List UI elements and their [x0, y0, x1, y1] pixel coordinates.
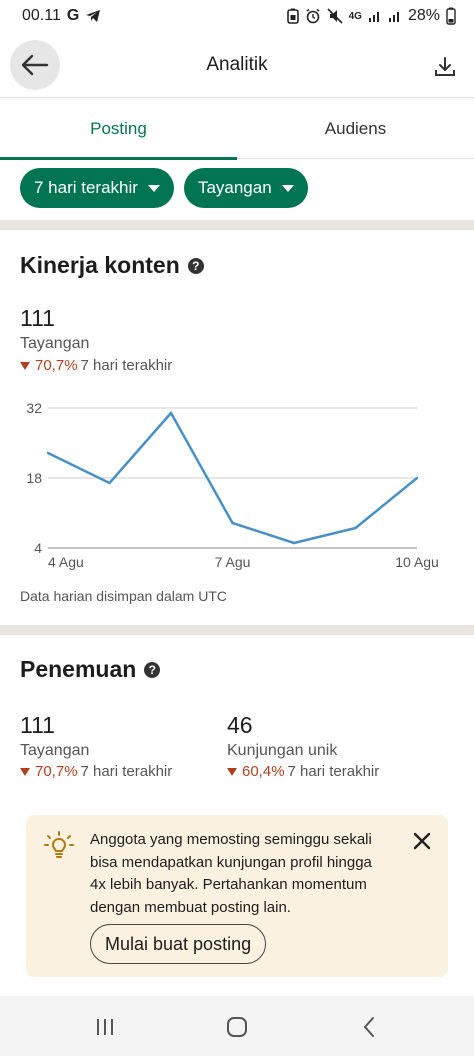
download-button[interactable] — [430, 52, 460, 82]
app-header: Analitik — [0, 34, 474, 98]
discovery-heading: Penemuan — [20, 656, 137, 682]
status-left: 00.11 G — [22, 7, 101, 25]
change-percent: 70,7% — [35, 763, 78, 780]
start-posting-button[interactable]: Mulai buat posting — [90, 924, 267, 964]
content-performance-heading: Kinerja konten — [20, 252, 180, 278]
metric-filter[interactable]: Tayangan — [183, 168, 308, 208]
change-percent: 60,4% — [242, 763, 285, 780]
metric-label: Tayangan — [197, 178, 272, 197]
tab-audiens[interactable]: Audiens — [237, 99, 474, 159]
discovery-impressions-label: Tayangan — [20, 742, 90, 759]
impressions-label: Tayangan — [20, 335, 90, 352]
data-point — [108, 481, 111, 485]
home-button[interactable] — [222, 1012, 252, 1042]
status-bar: 00.11 G 4G 28% — [0, 0, 474, 34]
lightbulb-icon — [44, 831, 74, 858]
content-performance-title: Kinerja konten ? — [20, 252, 204, 279]
impressions-value: 111 — [20, 305, 55, 331]
telegram-icon — [86, 10, 101, 22]
chevron-left-icon — [364, 1017, 374, 1037]
data-point — [354, 526, 357, 530]
home-icon — [227, 1017, 247, 1037]
caret-down-icon — [147, 184, 160, 192]
tab-posting[interactable]: Posting — [0, 99, 237, 160]
battery-saver-icon — [286, 8, 299, 24]
status-time: 00.11 — [22, 7, 61, 24]
signal-icon-2 — [388, 12, 399, 22]
section-divider — [0, 220, 474, 230]
battery-percent: 28% — [407, 7, 440, 24]
network-type: 4G — [348, 10, 362, 22]
help-icon[interactable]: ? — [187, 257, 204, 274]
date-range-label: 7 hari terakhir — [34, 178, 138, 197]
unique-visits-value: 46 — [227, 712, 253, 738]
y-tick-label: 4 — [34, 540, 42, 556]
tab-bar: Posting Audiens — [0, 99, 474, 160]
data-point — [231, 521, 234, 525]
change-period: 7 hari terakhir — [80, 763, 173, 780]
y-tick-label: 32 — [26, 400, 42, 416]
x-tick-label: 10 Agu — [395, 554, 439, 570]
data-point — [46, 451, 50, 455]
status-right: 4G 28% — [286, 7, 456, 25]
impressions-change: 70,7% 7 hari terakhir — [20, 357, 172, 374]
down-triangle-icon — [20, 361, 30, 370]
change-period: 7 hari terakhir — [287, 763, 380, 780]
change-period: 7 hari terakhir — [80, 357, 173, 374]
tip-text: Anggota yang memosting seminggu sekali b… — [90, 831, 372, 916]
utc-footnote: Data harian disimpan dalam UTC — [20, 588, 227, 604]
date-range-filter[interactable]: 7 hari terakhir — [20, 168, 174, 208]
close-icon[interactable] — [412, 831, 432, 851]
unique-visits-label: Kunjungan unik — [227, 742, 338, 759]
impressions-chart: 32 18 4 4 Agu 7 Agu 10 Agu — [26, 400, 439, 570]
recent-apps-icon — [97, 1019, 113, 1035]
change-percent: 70,7% — [35, 357, 78, 374]
unique-visits-change: 60,4% 7 hari terakhir — [227, 763, 379, 780]
mute-icon — [327, 8, 343, 24]
system-nav-bar — [0, 996, 474, 1056]
signal-icon — [368, 12, 379, 22]
down-triangle-icon — [20, 767, 30, 776]
discovery-title: Penemuan ? — [20, 656, 161, 683]
data-point — [292, 541, 296, 545]
filter-bar: 7 hari terakhir Tayangan — [20, 168, 308, 208]
recent-apps-button[interactable] — [90, 1012, 120, 1042]
battery-icon — [446, 7, 456, 25]
tip-card: Anggota yang memosting seminggu sekali b… — [26, 815, 448, 977]
discovery-impressions-change: 70,7% 7 hari terakhir — [20, 763, 172, 780]
data-point — [415, 476, 419, 480]
x-tick-label: 4 Agu — [48, 554, 84, 570]
y-tick-label: 18 — [26, 470, 42, 486]
section-divider — [0, 625, 474, 635]
alarm-icon — [306, 8, 320, 24]
discovery-impressions-value: 111 — [20, 712, 55, 738]
back-nav-button[interactable] — [354, 1012, 384, 1042]
x-tick-label: 7 Agu — [215, 554, 251, 570]
help-icon[interactable]: ? — [144, 661, 161, 678]
data-point — [169, 411, 173, 415]
download-icon — [435, 57, 455, 76]
down-triangle-icon — [227, 767, 237, 776]
caret-down-icon — [281, 184, 294, 192]
google-icon: G — [66, 7, 80, 24]
page-title: Analitik — [206, 54, 268, 75]
